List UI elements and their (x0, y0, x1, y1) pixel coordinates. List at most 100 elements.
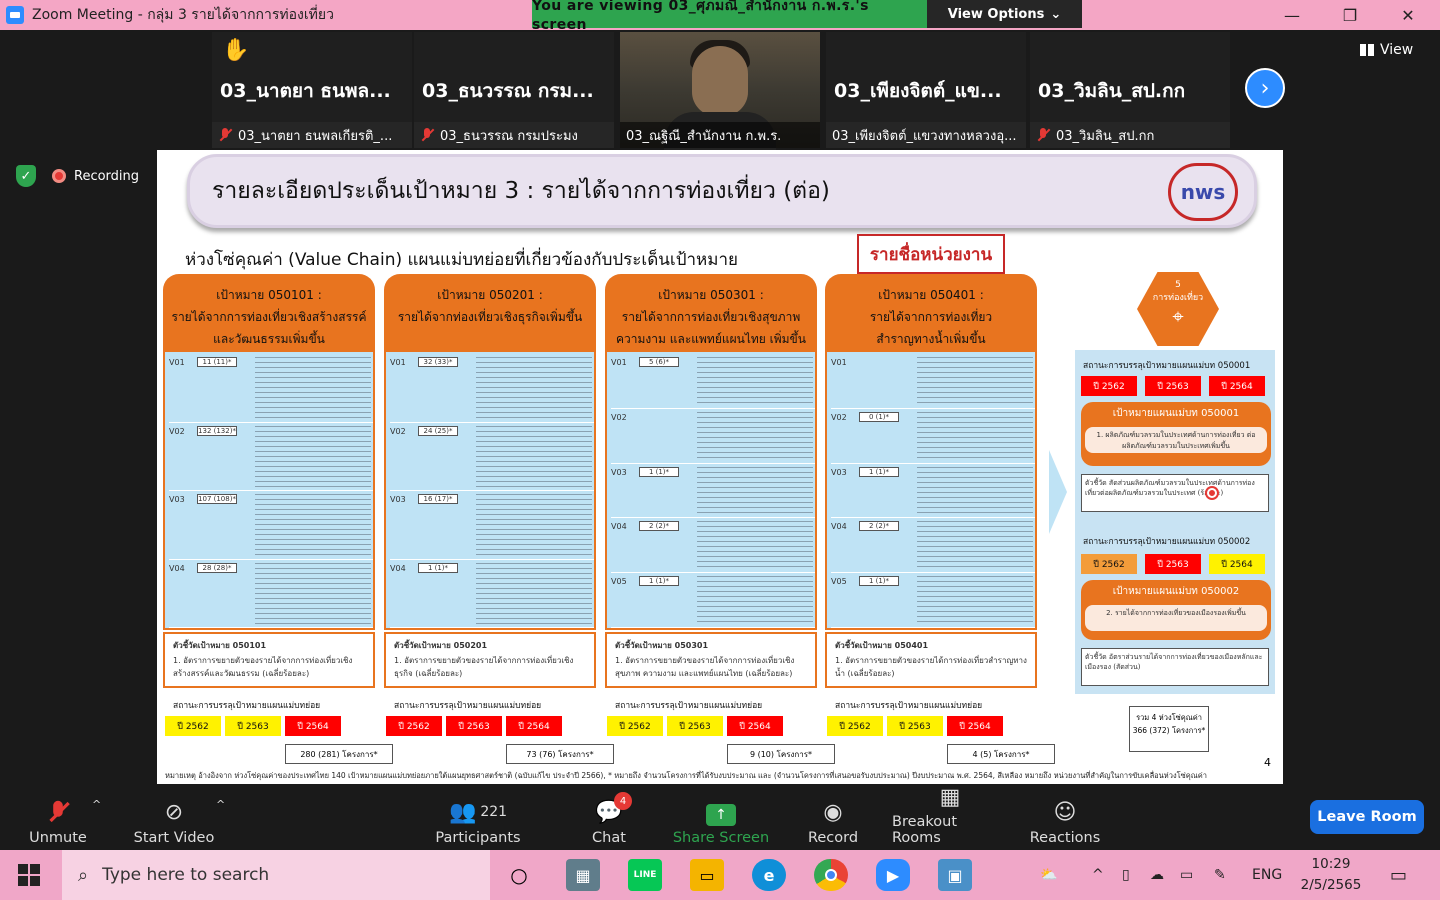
next-participants-button[interactable]: › (1245, 68, 1285, 108)
participant-name: 03_ธนวรรณ กรม... (422, 80, 594, 102)
row-code: V01 (831, 358, 847, 367)
calculator-icon[interactable]: ▦ (566, 859, 600, 891)
participant-tile[interactable]: 03_วิมลิน_สป.กก 03_วิมลิน_สป.กก (1030, 32, 1230, 148)
reactions-button[interactable]: ☺ Reactions (1030, 790, 1101, 847)
view-options-button[interactable]: View Options ⌄ (927, 0, 1082, 28)
share-screen-button[interactable]: ↑ Share Screen (672, 790, 770, 846)
zoom-icon[interactable]: ▶ (876, 859, 910, 891)
indicator-title: ตัวชี้วัดเป้าหมาย 050201 (394, 641, 488, 650)
record-button[interactable]: ◉ Record (806, 790, 860, 847)
year-status-badge: ปี 2562 (827, 716, 883, 736)
row-project-count: 0 (1)* (859, 411, 899, 422)
goal-line1: รายได้จากการท่องเที่ยวเชิงสร้างสรรค์ (171, 310, 367, 324)
chrome-icon[interactable] (814, 859, 848, 891)
tourism-icon: ⌖ (1172, 304, 1184, 328)
participant-tile[interactable]: ✋ 03_นาตยา ธนพล... 03_นาตยา ธนพลเกียรติ_… (212, 32, 412, 148)
clock-date: 2/5/2565 (1300, 877, 1362, 893)
row-unit-list (255, 562, 371, 625)
leave-room-button[interactable]: Leave Room (1310, 800, 1424, 834)
participant-name: 03_วิมลิน_สป.กก (1038, 80, 1186, 102)
status-label: สถานะการบรรลุเป้าหมายแผนแม่บทย่อย (394, 701, 542, 711)
goal-code: เป้าหมาย 050201 : (437, 288, 543, 302)
value-chain-row: V04 2 (2)* (611, 518, 815, 574)
minimize-icon: — (1284, 5, 1300, 25)
close-button[interactable]: ✕ (1378, 0, 1438, 30)
pen-icon[interactable]: ✎ (1214, 850, 1226, 900)
year-status-badge: ปี 2564 (285, 716, 341, 736)
row-unit-list (917, 357, 1033, 406)
view-layout-label: View (1380, 42, 1414, 58)
chat-button[interactable]: 💬 4 Chat (584, 790, 634, 846)
year-status-badge: ปี 2562 (386, 716, 442, 736)
check-icon: ✓ (20, 168, 32, 184)
line-icon[interactable]: LINE (628, 859, 662, 891)
line-label: LINE (633, 870, 657, 880)
minimize-button[interactable]: — (1262, 0, 1322, 30)
taskbar-search[interactable]: ⌕ Type here to search (62, 850, 490, 900)
row-code: V04 (831, 522, 847, 532)
row-unit-list (697, 521, 813, 571)
year-status-badge: ปี 2564 (506, 716, 562, 736)
shield-check-icon[interactable]: ✓ (16, 165, 36, 187)
onedrive-icon[interactable]: ☁ (1150, 850, 1164, 900)
notifications-icon[interactable]: ▭ (1390, 850, 1407, 900)
participant-name: 03_นาตยา ธนพล... (220, 80, 391, 102)
slide-subheading: ห่วงโซ่คุณค่า (Value Chain) แผนแม่บทย่อย… (185, 250, 738, 270)
participant-tile[interactable]: 03_เพียงจิตต์_แข... 03_เพียงจิตต์_แขวงทา… (826, 32, 1026, 148)
indicator-title: ตัวชี้วัดเป้าหมาย 050301 (615, 641, 709, 650)
recording-indicator[interactable]: Recording (52, 164, 156, 188)
row-project-count: 1 (1)* (639, 466, 679, 477)
hexagon-label: การท่องเที่ยว (1152, 293, 1204, 303)
breakout-rooms-label: Breakout Rooms (892, 814, 958, 846)
value-chain-body: V01 11 (11)* V02 132 (132)* V03 107 (108)* V04… (163, 352, 375, 630)
restore-button[interactable]: ❐ (1320, 0, 1380, 30)
goal-line1: รายได้จากท่องเที่ยวเชิงธุรกิจเพิ่มขึ้น (397, 310, 583, 324)
video-options-caret[interactable]: ^ (216, 798, 225, 811)
window-title: Zoom Meeting - กลุ่ม 3 รายได้จากการท่องเ… (32, 7, 334, 23)
participants-button[interactable]: 👥 221 Participants (435, 790, 520, 847)
participant-video-tile[interactable]: 03_ณฐิณี_สำนักงาน ก.พ.ร. (620, 32, 820, 152)
windows-start-icon[interactable] (18, 864, 40, 886)
network-icon[interactable]: ▭ (1180, 850, 1193, 900)
start-video-button[interactable]: ⊘ Start Video (130, 790, 218, 847)
edge-icon[interactable]: e (752, 859, 786, 891)
row-code: V01 (169, 358, 185, 367)
recording-label: Recording (74, 168, 140, 184)
audio-options-caret[interactable]: ^ (92, 798, 101, 811)
row-code: V02 (611, 412, 627, 422)
cortana-icon[interactable]: ○ (502, 859, 536, 891)
goal-header: เป้าหมาย 050101 : รายได้จากการท่องเที่ยวเ… (163, 274, 375, 352)
photos-icon[interactable]: ▣ (938, 859, 972, 891)
weather-icon[interactable]: ⛅ (1040, 850, 1057, 900)
year-status-badge: ปี 2564 (1209, 554, 1265, 574)
unmute-button[interactable]: Unmute (28, 790, 88, 846)
participant-name: 03_เพียงจิตต์_แข... (834, 80, 1002, 102)
row-unit-list (476, 562, 592, 625)
file-explorer-icon[interactable]: ▭ (690, 859, 724, 891)
reactions-icon: ☺ (1053, 799, 1077, 825)
value-chain-row: V04 2 (2)* (831, 518, 1035, 574)
row-code: V01 (611, 358, 627, 367)
grid-icon (1360, 44, 1374, 56)
year-status-badge: ปี 2563 (887, 716, 943, 736)
goal-column: เป้าหมาย 050101 : รายได้จากการท่องเที่ยวเ… (163, 274, 375, 630)
chat-label: Chat (592, 830, 626, 846)
row-project-count: 1 (1)* (418, 562, 458, 573)
participant-footer-name: 03_วิมลิน_สป.กก (1056, 128, 1155, 144)
participant-tile[interactable]: 03_ธนวรรณ กรม... 03_ธนวรรณ กรมประมง (414, 32, 614, 148)
row-code: V03 (169, 495, 185, 504)
zoom-icon (6, 6, 24, 24)
participant-footer-name: 03_เพียงจิตต์_แขวงทางหลวงอุ... (832, 128, 1017, 144)
device-icon[interactable]: ▯ (1122, 850, 1130, 900)
chevron-right-icon: › (1260, 75, 1270, 101)
view-layout-button[interactable]: View (1360, 42, 1413, 58)
chevron-up-icon[interactable]: ^ (1092, 850, 1104, 900)
taskbar-clock[interactable]: 10:29 2/5/2565 (1296, 854, 1366, 896)
row-code: V05 (611, 577, 627, 587)
goal-line1: รายได้จากการท่องเที่ยว (869, 310, 993, 324)
breakout-rooms-button[interactable]: ▦ Breakout Rooms (892, 785, 1008, 846)
row-project-count: 24 (25)* (418, 425, 458, 436)
language-indicator[interactable]: ENG (1252, 850, 1282, 900)
goal-indicator: ตัวชี้วัดเป้าหมาย 050101 1. อัตราการขยายต… (163, 632, 375, 688)
chat-badge: 4 (614, 792, 632, 810)
